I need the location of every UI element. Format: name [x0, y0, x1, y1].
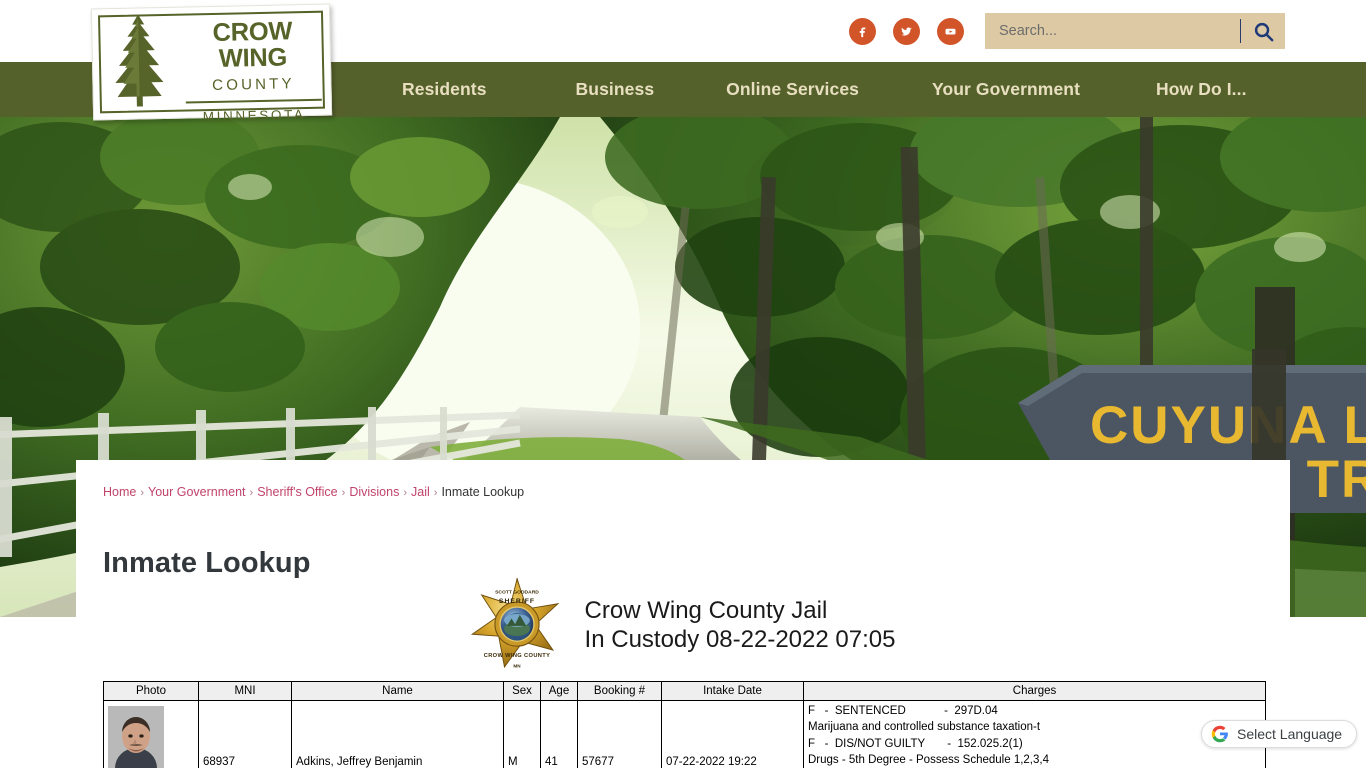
google-g-icon — [1211, 725, 1228, 743]
breadcrumb-separator: › — [403, 487, 407, 499]
social-links — [849, 18, 964, 45]
jail-name: Crow Wing County Jail — [584, 596, 828, 624]
cell-name: Adkins, Jeffrey Benjamin — [291, 699, 504, 768]
col-header-mni: MNI — [198, 681, 292, 701]
cell-photo — [103, 699, 199, 768]
charge-description-2: Drugs - 5th Degree - Possess Schedule 1,… — [808, 753, 1049, 766]
breadcrumb-item-your-government[interactable]: Your Government — [148, 485, 246, 499]
translate-label: Select Language — [1237, 726, 1343, 742]
charge-description-1: Marijuana and controlled substance taxat… — [808, 721, 1041, 734]
jail-custody-timestamp: In Custody 08-22-2022 07:05 — [584, 626, 896, 653]
nav-item-residents[interactable]: Residents — [402, 79, 487, 100]
breadcrumb-item-jail[interactable]: Jail — [411, 485, 430, 499]
nav-item-how-do-i[interactable]: How Do I... — [1156, 79, 1247, 100]
search-icon — [1254, 22, 1273, 41]
cell-sex: M — [503, 699, 541, 768]
cell-mni: 68937 — [198, 699, 292, 768]
nav-item-your-government[interactable]: Your Government — [932, 79, 1080, 100]
charge-code-1: F - SENTENCED - 297D.04 — [808, 705, 998, 717]
badge-state-text: MN — [513, 663, 521, 668]
cell-booking: 57677 — [577, 699, 662, 768]
badge-arc-text: CROW WING COUNTY — [483, 653, 550, 659]
charge-code-2: F - DIS/NOT GUILTY - 152.025.2(1) — [808, 737, 1023, 750]
nav-item-online-services[interactable]: Online Services — [726, 79, 859, 100]
col-header-age: Age — [540, 681, 578, 701]
logo-wordmark: CROW WING COUNTY MINNESOTA — [180, 17, 326, 124]
search-bar — [985, 13, 1285, 49]
breadcrumb-item-home[interactable]: Home — [103, 485, 136, 499]
table-header-row: Photo MNI Name Sex Age Booking # Intake … — [103, 681, 1266, 701]
cell-intake-date: 07-22-2022 19:22 — [661, 699, 804, 768]
nav-item-business[interactable]: Business — [576, 79, 655, 100]
badge-top-text: SCOTT GODDARD — [495, 590, 539, 596]
logo-line-3: MINNESOTA — [202, 106, 306, 124]
breadcrumb-separator: › — [341, 487, 346, 499]
cell-charges: F - SENTENCED - 297D.04 Marijuana and co… — [803, 699, 1266, 768]
inmate-mugshot — [108, 706, 164, 768]
page-title: Inmate Lookup — [103, 547, 311, 580]
breadcrumb: Home › Your Government › Sheriff's Office › Di… — [103, 485, 524, 499]
logo-line-1: CROW WING — [212, 17, 293, 73]
breadcrumb-item-sheriffs-office[interactable]: Sheriff's Office — [257, 485, 337, 499]
search-button[interactable] — [1241, 13, 1285, 49]
breadcrumb-separator: › — [249, 487, 254, 499]
col-header-intake-date: Intake Date — [661, 681, 804, 701]
google-translate-widget[interactable]: Select Language — [1201, 720, 1358, 748]
badge-rank-text: SHERIFF — [498, 598, 534, 605]
col-header-name: Name — [291, 681, 504, 701]
sheriff-badge-icon: SCOTT GODDARD SHERIFF CROW WING COUNTY M… — [470, 578, 559, 668]
page-root: CUYUNA LA STATE TRA — [0, 0, 1366, 768]
trail-sign-line1: CUYUNA LA — [1090, 396, 1366, 455]
table-row: 68937 Adkins, Jeffrey Benjamin M 41 5767… — [103, 699, 1266, 768]
facebook-icon[interactable] — [849, 18, 876, 45]
cell-age: 41 — [540, 699, 578, 768]
breadcrumb-item-divisions[interactable]: Divisions — [349, 485, 399, 499]
breadcrumb-separator: › — [433, 487, 438, 499]
youtube-icon[interactable] — [937, 18, 964, 45]
breadcrumb-item-current: Inmate Lookup — [441, 485, 525, 499]
logo-divider — [185, 98, 322, 104]
pine-tree-icon — [115, 14, 164, 107]
site-logo[interactable]: CROW WING COUNTY MINNESOTA — [90, 3, 333, 124]
jail-title-block: Crow Wing County Jail In Custody 08-22-2… — [585, 596, 896, 655]
col-header-sex: Sex — [503, 681, 541, 701]
logo-line-2: COUNTY — [212, 75, 295, 94]
col-header-booking: Booking # — [577, 681, 662, 701]
breadcrumb-separator: › — [140, 487, 145, 499]
col-header-charges: Charges — [803, 681, 1266, 701]
inmate-table-wrapper: Photo MNI Name Sex Age Booking # Intake … — [103, 681, 1266, 768]
inmate-table: Photo MNI Name Sex Age Booking # Intake … — [103, 681, 1266, 768]
col-header-photo: Photo — [103, 681, 199, 701]
content-panel: Home › Your Government › Sheriff's Office › Di… — [76, 460, 1290, 768]
search-input[interactable] — [985, 14, 1240, 48]
twitter-icon[interactable] — [893, 18, 920, 45]
jail-header: SCOTT GODDARD SHERIFF CROW WING COUNTY M… — [76, 578, 1290, 672]
